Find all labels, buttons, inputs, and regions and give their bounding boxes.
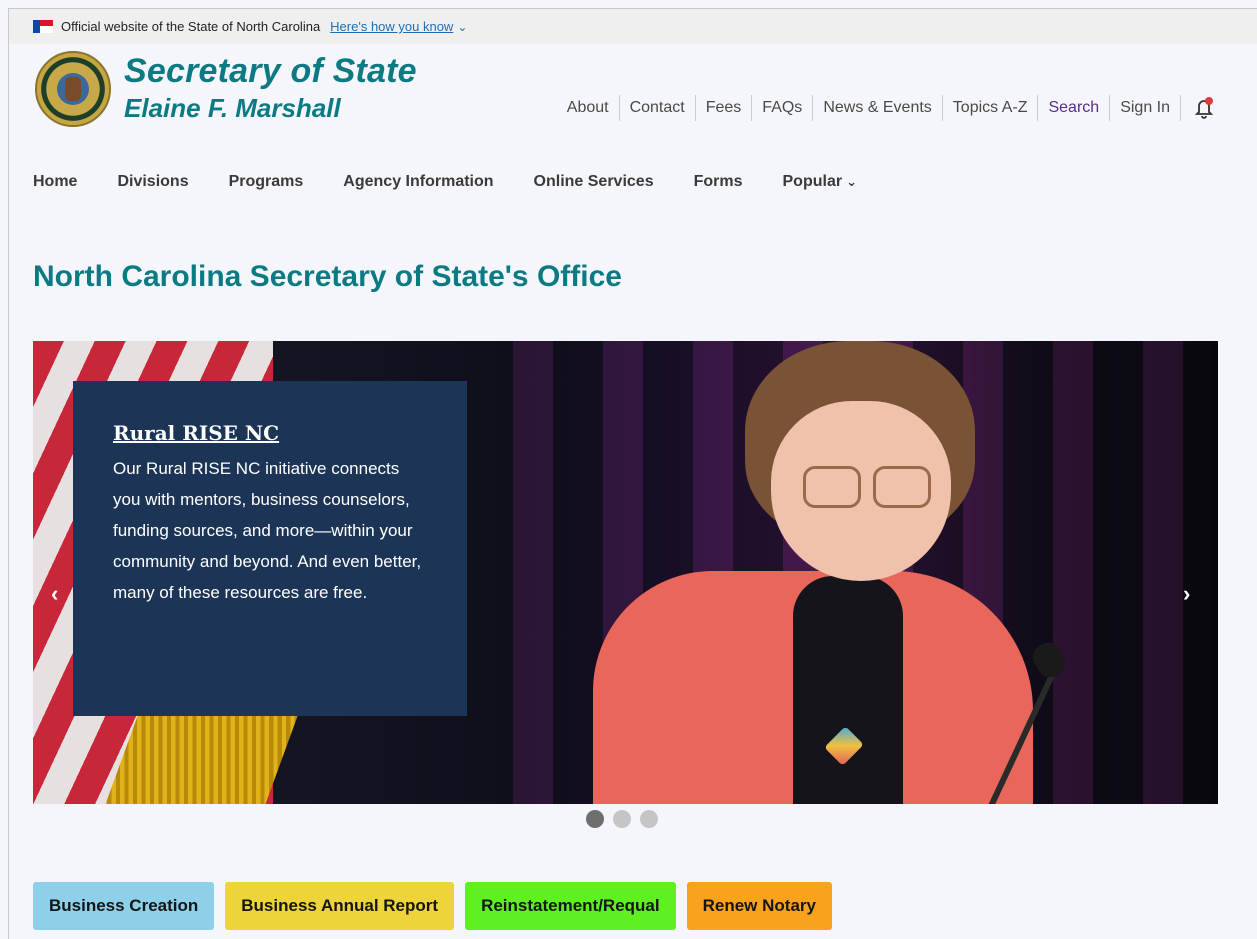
carousel-dot-2[interactable] — [613, 810, 631, 828]
carousel-dot-1[interactable] — [586, 810, 604, 828]
carousel-prev-icon[interactable]: ‹ — [51, 581, 58, 607]
site-title[interactable]: Secretary of State — [124, 52, 417, 91]
nav-divisions[interactable]: Divisions — [117, 173, 188, 191]
speaker-shirt — [793, 576, 903, 804]
nav-programs[interactable]: Programs — [229, 173, 304, 191]
utility-nav: About Contact Fees FAQs News & Events To… — [557, 95, 1215, 121]
util-link-topics-az[interactable]: Topics A-Z — [941, 95, 1038, 121]
util-link-faqs[interactable]: FAQs — [751, 95, 812, 121]
glasses-left — [803, 466, 861, 508]
bell-notification-icon[interactable] — [1180, 95, 1215, 121]
chevron-down-icon: ⌄ — [846, 174, 857, 189]
main-nav: Home Divisions Programs Agency Informati… — [33, 173, 897, 191]
carousel-dot-3[interactable] — [640, 810, 658, 828]
business-creation-button[interactable]: Business Creation — [33, 882, 215, 930]
quick-links: Business Creation Business Annual Report… — [33, 882, 843, 930]
site-subtitle[interactable]: Elaine F. Marshall — [124, 93, 341, 124]
carousel-dots — [586, 810, 667, 828]
util-link-contact[interactable]: Contact — [618, 95, 695, 121]
util-link-about[interactable]: About — [557, 95, 619, 121]
gov-banner-text: Official website of the State of North C… — [61, 19, 321, 34]
business-annual-report-button[interactable]: Business Annual Report — [225, 882, 455, 930]
nc-flag-icon — [33, 20, 53, 33]
util-link-search[interactable]: Search — [1037, 95, 1109, 121]
state-seal-icon[interactable] — [35, 51, 111, 127]
nav-online-services[interactable]: Online Services — [534, 173, 654, 191]
util-link-sign-in[interactable]: Sign In — [1109, 95, 1180, 121]
nav-agency-information[interactable]: Agency Information — [343, 173, 493, 191]
slide-title-link[interactable]: Rural RISE NC — [113, 421, 427, 445]
nav-popular-label: Popular — [782, 173, 843, 190]
hero-carousel: Rural RISE NC Our Rural RISE NC initiati… — [33, 341, 1218, 804]
slide-caption: Rural RISE NC Our Rural RISE NC initiati… — [73, 381, 467, 716]
util-link-news-events[interactable]: News & Events — [812, 95, 941, 121]
slide-text: Our Rural RISE NC initiative connects yo… — [113, 459, 422, 602]
heres-how-you-know-link[interactable]: Here's how you know — [330, 19, 453, 34]
carousel-next-icon[interactable]: › — [1183, 581, 1190, 607]
reinstatement-requal-button[interactable]: Reinstatement/Requal — [465, 882, 676, 930]
glasses-right — [873, 466, 931, 508]
page-title: North Carolina Secretary of State's Offi… — [33, 260, 622, 293]
nav-home[interactable]: Home — [33, 173, 77, 191]
renew-notary-button[interactable]: Renew Notary — [686, 882, 832, 930]
gov-banner: Official website of the State of North C… — [9, 9, 1257, 44]
chevron-down-icon[interactable]: ⌄ — [457, 20, 467, 34]
nav-forms[interactable]: Forms — [694, 173, 743, 191]
util-link-fees[interactable]: Fees — [694, 95, 752, 121]
nav-popular[interactable]: Popular ⌄ — [783, 173, 857, 191]
